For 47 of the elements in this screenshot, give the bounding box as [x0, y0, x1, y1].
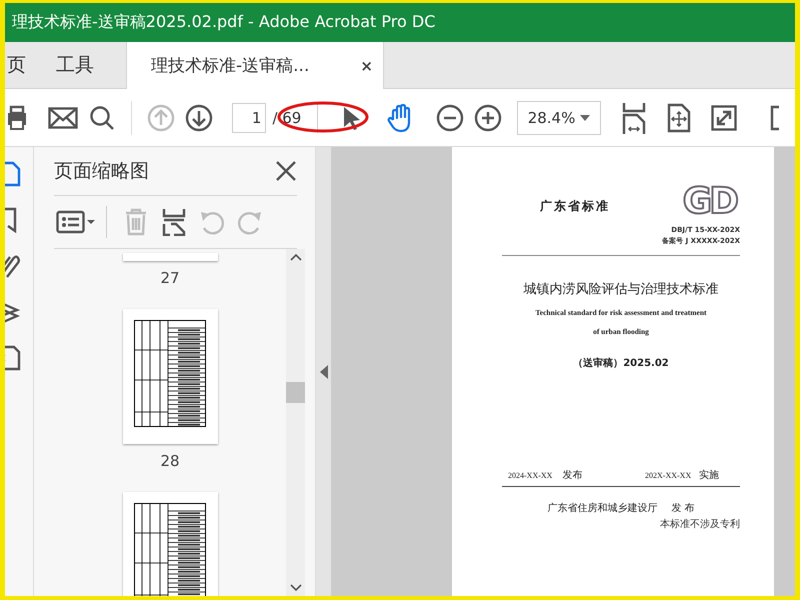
panel-title: 页面缩略图 — [54, 159, 149, 184]
page-thumbnail[interactable] — [122, 492, 218, 596]
document-icon[interactable] — [5, 345, 21, 371]
page-number-label: 27 — [160, 269, 180, 287]
search-icon[interactable] — [89, 104, 116, 130]
printer-icon[interactable] — [6, 104, 28, 130]
collapse-handle[interactable] — [316, 147, 332, 596]
paperclip-icon[interactable] — [5, 253, 21, 279]
publish-label: 发布 — [562, 470, 582, 481]
logo: GD — [682, 185, 736, 219]
issuer-name: 广东省住房和城乡建设厅 — [547, 502, 658, 515]
implement-label: 实施 — [699, 470, 720, 481]
page-thumbnail[interactable] — [122, 253, 218, 261]
nav-tab[interactable]: 页 — [5, 42, 42, 88]
chevron-up-icon[interactable] — [290, 253, 302, 261]
document-tab[interactable]: 理技术标准-送审稿... × — [126, 42, 384, 89]
page-thumbnail[interactable] — [122, 309, 218, 444]
zoom-value: 28.4% — [528, 108, 576, 126]
triangle-left-icon[interactable] — [320, 364, 328, 378]
page-number-label: 28 — [160, 452, 180, 470]
expand-icon[interactable] — [710, 104, 737, 130]
scrollbar[interactable] — [286, 249, 305, 596]
list-options-icon[interactable] — [56, 210, 96, 234]
chevron-down-icon[interactable] — [290, 584, 302, 592]
page-count: / 69 — [266, 102, 318, 132]
envelope-icon[interactable] — [48, 106, 78, 128]
fit-width-icon[interactable] — [622, 102, 646, 134]
page-number-field[interactable]: 1 — [232, 102, 266, 132]
caret-icon — [580, 114, 590, 120]
insert-page-icon[interactable] — [162, 208, 186, 236]
nav-tab[interactable]: 工具 — [42, 42, 108, 88]
close-icon[interactable] — [275, 160, 297, 182]
scrollbar-thumb[interactable] — [286, 382, 305, 403]
fit-page-icon[interactable] — [666, 102, 691, 132]
tab-title: 理技术标准-送审稿... — [151, 55, 310, 77]
publish-date: 2024-XX-XX — [508, 471, 552, 480]
standard-category: 广东省标准 — [540, 198, 610, 215]
zoom-in-icon[interactable] — [474, 104, 502, 132]
zoom-dropdown[interactable]: 28.4% — [516, 100, 601, 134]
draft-label: （送审稿）2025.02 — [572, 356, 670, 370]
implement-date: 202X-XX-XX — [645, 471, 692, 480]
document-title: 城镇内涝风险评估与治理技术标准 — [522, 281, 720, 298]
issuer-label: 发 布 — [671, 502, 695, 515]
zoom-out-icon[interactable] — [436, 104, 464, 132]
patent-note: 本标准不涉及专利 — [659, 518, 740, 531]
window-title: 理技术标准-送审稿2025.02.pdf - Adobe Acrobat Pro DC — [12, 12, 436, 33]
close-tab-button[interactable]: × — [360, 56, 373, 74]
